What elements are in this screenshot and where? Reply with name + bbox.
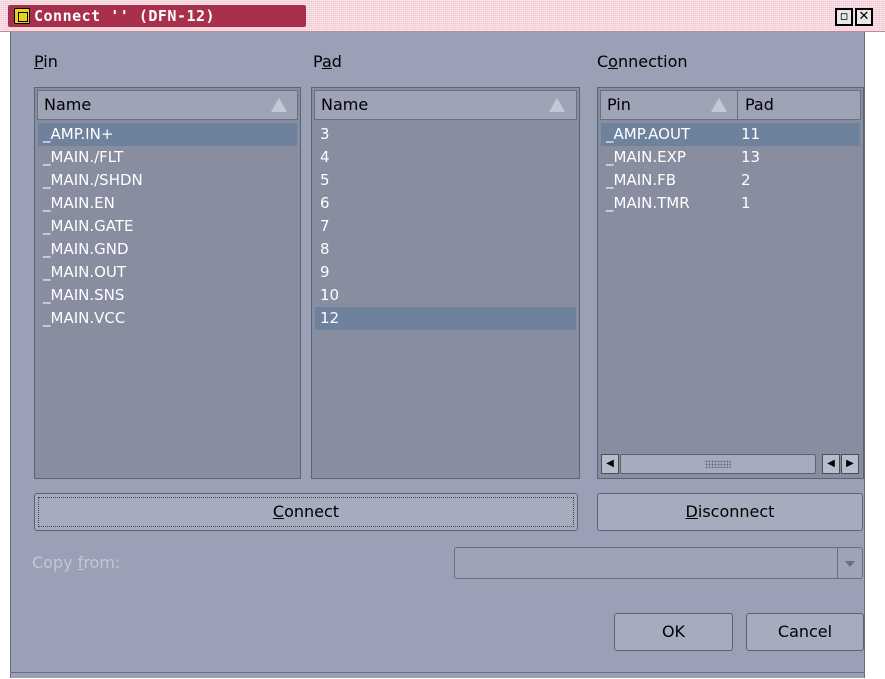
pin-name-column-header[interactable]: Name (38, 91, 297, 119)
pin-label: Pin (34, 52, 58, 71)
pin-list-item[interactable]: _AMP.IN+ (38, 123, 297, 146)
sort-ascending-icon (271, 98, 287, 112)
connection-pin: _MAIN.EXP (606, 148, 686, 166)
window-menu-icon[interactable] (14, 8, 30, 24)
pad-name-column-header[interactable]: Name (315, 91, 576, 119)
pad-list-item[interactable]: 6 (315, 192, 576, 215)
connection-row[interactable]: _MAIN.EXP 13 (601, 146, 860, 169)
pin-list-item[interactable]: _MAIN./FLT (38, 146, 297, 169)
pad-list[interactable]: Name 3 4 5 6 7 8 9 10 12 (311, 87, 580, 479)
focus-ring (38, 497, 574, 527)
scroll-left-end-icon[interactable]: ◀ (822, 454, 840, 474)
pad-label: Pad (313, 52, 342, 71)
connection-rows: _AMP.AOUT 11 _MAIN.EXP 13 _MAIN.FB 2 _MAIN.TMR… (601, 123, 860, 215)
pin-list-item[interactable]: _MAIN.SNS (38, 284, 297, 307)
close-button[interactable]: ✕ (855, 8, 873, 26)
grip-icon (705, 460, 731, 468)
connection-list-header[interactable]: Pin Pad (600, 90, 861, 120)
connection-list[interactable]: Pin Pad _AMP.AOUT 11 _MAIN.EXP 13 _MAIN.FB 2 _… (597, 87, 864, 479)
window-title: Connect '' (DFN-12) (34, 7, 216, 25)
pad-list-item[interactable]: 5 (315, 169, 576, 192)
pin-list-header[interactable]: Name (37, 90, 298, 120)
pin-list-item[interactable]: _MAIN.OUT (38, 261, 297, 284)
pad-list-item[interactable]: 10 (315, 284, 576, 307)
connection-row[interactable]: _MAIN.FB 2 (601, 169, 860, 192)
copy-from-label: Copy from: (32, 553, 121, 572)
connection-pad: 2 (741, 171, 751, 189)
sort-ascending-icon (711, 98, 727, 112)
pad-rows: 3 4 5 6 7 8 9 10 12 (315, 123, 576, 330)
pad-list-item[interactable]: 3 (315, 123, 576, 146)
connection-label: Connection (597, 52, 688, 71)
pin-list-item[interactable]: _MAIN.GND (38, 238, 297, 261)
pin-list-item[interactable]: _MAIN./SHDN (38, 169, 297, 192)
cancel-button[interactable]: Cancel (746, 613, 864, 651)
connection-row[interactable]: _MAIN.TMR 1 (601, 192, 860, 215)
connection-row[interactable]: _AMP.AOUT 11 (601, 123, 860, 146)
pad-list-item[interactable]: 8 (315, 238, 576, 261)
restore-button[interactable]: ▫ (835, 8, 853, 26)
connect-button[interactable]: Connect (34, 493, 578, 531)
pad-list-header[interactable]: Name (314, 90, 577, 120)
connection-pad: 13 (741, 148, 761, 166)
title-bar[interactable]: Connect '' (DFN-12) ▫ ✕ (0, 0, 885, 32)
pin-rows: _AMP.IN+ _MAIN./FLT _MAIN./SHDN _MAIN.EN _MA… (38, 123, 297, 330)
scroll-left-icon[interactable]: ◀ (601, 454, 619, 474)
scroll-right-icon[interactable]: ▶ (841, 454, 859, 474)
pad-list-item[interactable]: 9 (315, 261, 576, 284)
connection-pin: _MAIN.FB (606, 171, 677, 189)
sort-ascending-icon (549, 98, 565, 112)
pad-list-item[interactable]: 7 (315, 215, 576, 238)
disconnect-button[interactable]: Disconnect (597, 493, 863, 531)
chevron-down-icon (845, 561, 855, 567)
pin-list[interactable]: Name _AMP.IN+ _MAIN./FLT _MAIN./SHDN _MAIN.… (34, 87, 301, 479)
connection-pin: _MAIN.TMR (606, 194, 690, 212)
dropdown-button[interactable] (837, 548, 862, 578)
connection-pin: _AMP.AOUT (606, 125, 691, 143)
scrollbar-thumb[interactable] (620, 454, 816, 474)
copy-from-combobox[interactable] (454, 547, 863, 579)
connection-pad: 1 (741, 194, 751, 212)
horizontal-scrollbar[interactable]: ◀ ◀ ▶ (601, 454, 860, 474)
connection-pad: 11 (741, 125, 761, 143)
pad-list-item[interactable]: 4 (315, 146, 576, 169)
ok-button[interactable]: OK (614, 613, 733, 651)
pin-list-item[interactable]: _MAIN.VCC (38, 307, 297, 330)
pin-list-item[interactable]: _MAIN.GATE (38, 215, 297, 238)
dialog-body: Pin Pad Connection Name _AMP.IN+ _MAIN./F… (10, 32, 865, 678)
pad-list-item[interactable]: 12 (315, 307, 576, 330)
pin-list-item[interactable]: _MAIN.EN (38, 192, 297, 215)
connection-pad-column-header[interactable]: Pad (739, 91, 861, 119)
